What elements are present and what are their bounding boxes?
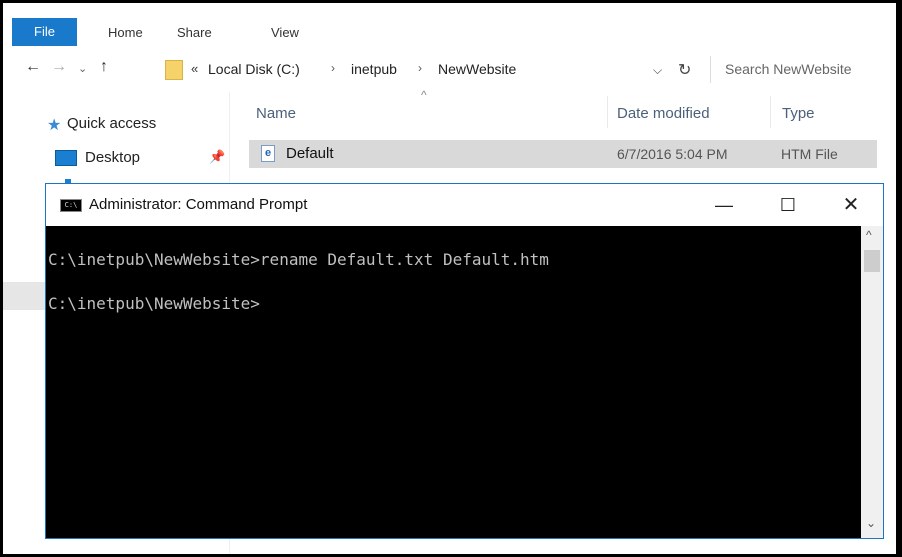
scroll-thumb[interactable] [864,250,880,272]
column-divider[interactable] [770,96,771,128]
scroll-down-icon[interactable]: ⌄ [866,516,876,530]
breadcrumb-newwebsite[interactable]: NewWebsite [438,61,516,77]
html-file-icon: e [261,145,275,162]
scroll-up-icon[interactable]: ^ [866,228,872,242]
recent-locations-icon[interactable]: ⌄ [78,62,87,75]
up-arrow-icon[interactable]: ↑ [100,58,108,76]
nav-item-selected[interactable] [3,282,48,310]
tab-view[interactable]: View [271,21,299,45]
forward-arrow-icon[interactable]: → [51,58,67,76]
close-button[interactable]: ✕ [828,190,874,220]
column-header-type[interactable]: Type [782,105,815,122]
column-header-date[interactable]: Date modified [617,105,710,122]
column-divider[interactable] [607,96,608,128]
minimize-button[interactable]: — [701,190,747,220]
folder-icon [165,60,183,80]
console-line: C:\inetpub\NewWebsite>rename Default.txt… [48,250,549,269]
file-name: Default [286,145,334,162]
address-bar[interactable]: « Local Disk (C:) › inetpub › NewWebsite… [162,56,707,83]
breadcrumb-local-disk[interactable]: Local Disk (C:) [208,61,300,77]
star-icon: ★ [47,117,62,134]
breadcrumb-separator[interactable]: › [418,61,422,75]
cmd-console[interactable]: C:\inetpub\NewWebsite>rename Default.txt… [46,226,861,538]
desktop-icon [55,150,77,166]
nav-item-quick-access[interactable]: Quick access [67,115,156,132]
back-arrow-icon[interactable]: ← [25,58,41,76]
refresh-icon[interactable]: ↻ [678,60,691,80]
cmd-titlebar[interactable]: C:\ Administrator: Command Prompt — ☐ ✕ [46,184,883,226]
address-dropdown-icon[interactable]: ⌵ [653,63,662,78]
sort-caret-icon: ^ [421,88,427,102]
cmd-title: Administrator: Command Prompt [89,196,308,213]
address-row: ← → ⌄ ↑ « Local Disk (C:) › inetpub › Ne… [3,52,896,86]
search-input[interactable]: Search NewWebsite [710,56,900,83]
column-header-name[interactable]: Name [256,105,296,122]
file-type: HTM File [781,146,838,162]
tab-file[interactable]: File [12,18,77,46]
cmd-icon: C:\ [60,199,82,212]
tab-home[interactable]: Home [108,21,143,45]
ribbon: File Home Share View [3,3,896,46]
breadcrumb-inetpub[interactable]: inetpub [351,61,397,77]
file-row[interactable]: e Default 6/7/2016 5:04 PM HTM File [249,140,877,168]
pin-icon[interactable]: 📌 [209,149,225,165]
nav-item-desktop[interactable]: Desktop [85,149,140,166]
overflow-chevron[interactable]: « [191,61,198,76]
console-line: C:\inetpub\NewWebsite> [48,294,260,313]
maximize-button[interactable]: ☐ [765,190,811,220]
vertical-scrollbar[interactable]: ^ ⌄ [861,226,883,538]
file-date: 6/7/2016 5:04 PM [617,146,728,162]
search-placeholder: Search NewWebsite [725,61,852,77]
command-prompt-window[interactable]: C:\ Administrator: Command Prompt — ☐ ✕ … [45,183,884,539]
breadcrumb-separator[interactable]: › [331,61,335,75]
tab-share[interactable]: Share [177,21,212,45]
